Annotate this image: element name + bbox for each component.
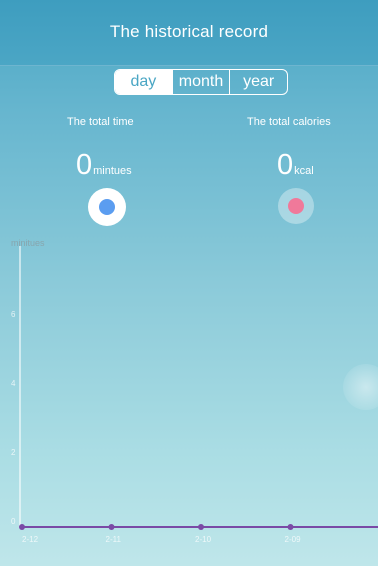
data-point[interactable]: [19, 524, 25, 530]
data-point[interactable]: [108, 524, 115, 530]
x-tick-label: 2-09: [285, 535, 302, 544]
x-tick-label: 2-11: [106, 535, 122, 544]
x-tick-label: 2-12: [22, 535, 39, 544]
data-point[interactable]: [198, 524, 204, 530]
data-point[interactable]: [287, 524, 294, 530]
x-tick-label: 2-10: [195, 535, 212, 544]
history-chart: 2-12 2-11 2-10 2-09: [19, 524, 378, 544]
